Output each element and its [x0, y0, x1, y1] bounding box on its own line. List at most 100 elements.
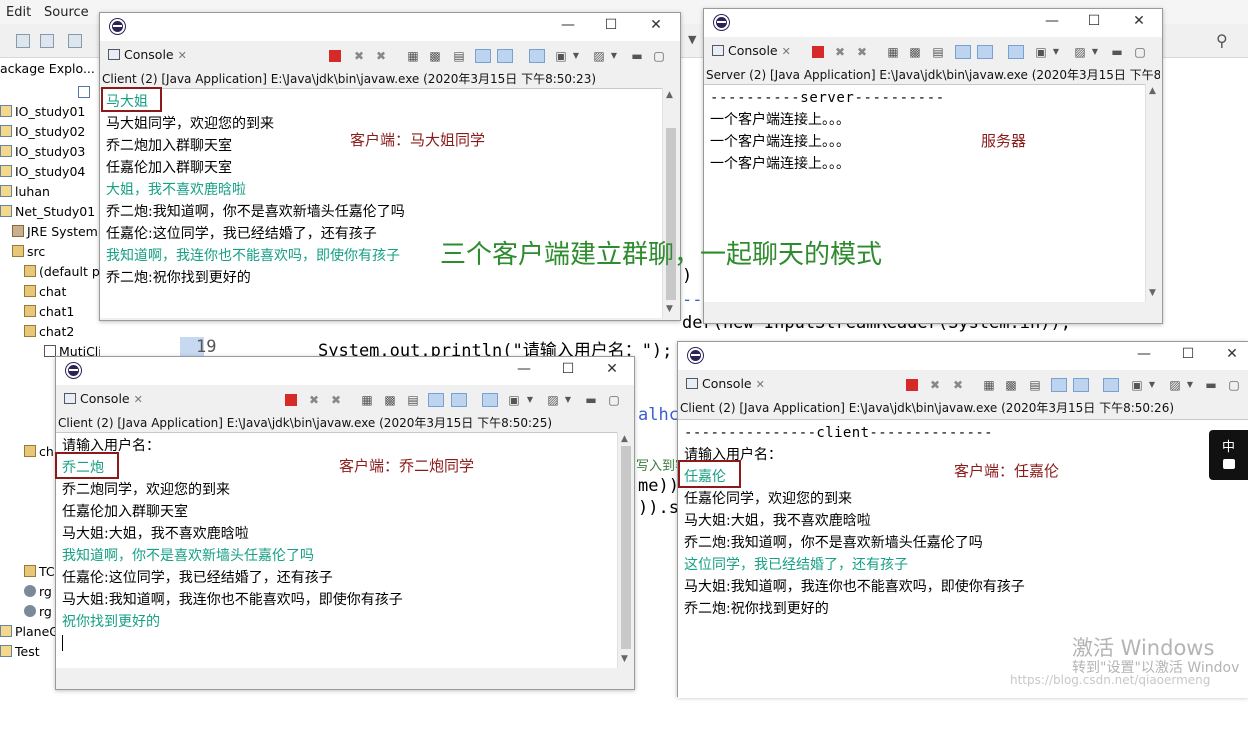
clear-console-icon[interactable]: ▦ — [981, 378, 997, 392]
close-icon[interactable]: ✕ — [178, 49, 187, 62]
scrollbar[interactable]: ▲ ▼ — [1145, 84, 1161, 302]
minimize-view-icon[interactable]: ▬ — [583, 393, 599, 407]
scroll-up-icon[interactable]: ▲ — [666, 90, 673, 100]
menu-source[interactable]: Source — [44, 5, 89, 20]
clear-console-icon[interactable]: ▦ — [885, 45, 901, 59]
tree-item[interactable]: Test — [0, 644, 40, 664]
tree-item[interactable]: IO_study03 — [0, 144, 85, 164]
chevron-down-icon[interactable]: ▼ — [568, 49, 584, 63]
chevron-down-icon[interactable]: ▼ — [560, 393, 576, 407]
remove-all-icon[interactable]: ✖ — [328, 393, 344, 407]
open-console-icon[interactable]: ▨ — [1072, 45, 1088, 59]
maximize-button[interactable]: ☐ — [601, 17, 621, 33]
word-wrap-icon[interactable]: ▤ — [1027, 378, 1043, 392]
chevron-down-icon[interactable]: ▼ — [1087, 45, 1103, 59]
pin-console-icon[interactable] — [1008, 45, 1024, 59]
scroll-down-icon[interactable]: ▼ — [1149, 288, 1156, 298]
tree-item[interactable]: ch — [24, 444, 54, 464]
scrollbar-thumb[interactable] — [666, 128, 676, 300]
remove-launch-icon[interactable]: ✖ — [351, 49, 367, 63]
maximize-button[interactable]: ☐ — [558, 361, 578, 377]
maximize-view-icon[interactable]: ▢ — [651, 49, 667, 63]
tree-item[interactable]: luhan — [0, 184, 50, 204]
tree-item[interactable]: IO_study02 — [0, 124, 85, 144]
tree-item[interactable]: src — [12, 244, 45, 264]
tree-item[interactable]: IO_study04 — [0, 164, 85, 184]
remove-all-icon[interactable]: ✖ — [854, 45, 870, 59]
pin-console-icon[interactable] — [529, 49, 545, 63]
tab-console[interactable]: Console ✕ — [708, 41, 795, 61]
minimize-view-icon[interactable]: ▬ — [629, 49, 645, 63]
maximize-view-icon[interactable]: ▢ — [1132, 45, 1148, 59]
display-console-icon[interactable]: ▣ — [1129, 378, 1145, 392]
scrollbar-thumb[interactable] — [621, 446, 631, 649]
tab-console[interactable]: Console ✕ — [60, 389, 147, 409]
minimize-view-icon[interactable]: ▬ — [1109, 45, 1125, 59]
chevron-down-icon[interactable]: ▼ — [606, 49, 622, 63]
minimize-view-icon[interactable]: ▬ — [1203, 378, 1219, 392]
search-icon[interactable]: ⚲ — [1216, 31, 1228, 50]
clear-console-icon[interactable]: ▦ — [359, 393, 375, 407]
minimize-button[interactable]: — — [1042, 13, 1062, 29]
show-stderr-icon[interactable] — [497, 49, 513, 63]
chevron-down-icon[interactable]: ▼ — [688, 33, 696, 46]
debug-icon[interactable] — [68, 34, 82, 48]
terminate-icon[interactable] — [906, 379, 918, 391]
show-stdout-icon[interactable] — [955, 45, 971, 59]
menu-edit[interactable]: Edit — [6, 5, 31, 20]
maximize-button[interactable]: ☐ — [1178, 346, 1198, 362]
chevron-down-icon[interactable]: ▼ — [1048, 45, 1064, 59]
maximize-button[interactable]: ☐ — [1084, 13, 1104, 29]
display-console-icon[interactable]: ▣ — [553, 49, 569, 63]
terminate-icon[interactable] — [812, 46, 824, 58]
collapse-all-icon[interactable] — [78, 86, 90, 98]
tree-item[interactable]: IO_study01 — [0, 104, 85, 124]
title-bar[interactable]: — ☐ ✕ — [678, 342, 1248, 370]
open-console-icon[interactable]: ▨ — [545, 393, 561, 407]
remove-all-icon[interactable]: ✖ — [373, 49, 389, 63]
close-button[interactable]: ✕ — [646, 17, 666, 33]
show-stderr-icon[interactable] — [1073, 378, 1089, 392]
save-icon[interactable] — [16, 34, 30, 48]
tree-item[interactable]: chat2 — [24, 324, 74, 344]
close-button[interactable]: ✕ — [1129, 13, 1149, 29]
chevron-down-icon[interactable]: ▼ — [1144, 378, 1160, 392]
tab-console[interactable]: Console ✕ — [104, 45, 191, 65]
terminate-icon[interactable] — [329, 50, 341, 62]
remove-launch-icon[interactable]: ✖ — [832, 45, 848, 59]
tree-item[interactable]: chat1 — [24, 304, 74, 324]
close-icon[interactable]: ✕ — [782, 45, 791, 58]
chevron-down-icon[interactable]: ▼ — [522, 393, 538, 407]
chevron-down-icon[interactable]: ▼ — [1182, 378, 1198, 392]
title-bar[interactable]: — ☐ ✕ — [56, 357, 634, 385]
word-wrap-icon[interactable]: ▤ — [451, 49, 467, 63]
save-all-icon[interactable] — [40, 34, 54, 48]
tree-item[interactable]: (default p — [24, 264, 100, 284]
console-output[interactable]: 请输入用户名： 乔二炮 乔二炮同学，欢迎您的到来 任嘉伦加入群聊天室 马大姐:大… — [56, 432, 618, 668]
close-icon[interactable]: ✕ — [756, 378, 765, 391]
display-console-icon[interactable]: ▣ — [1033, 45, 1049, 59]
show-stdout-icon[interactable] — [475, 49, 491, 63]
explorer-title[interactable]: ackage Explo... — [0, 61, 95, 76]
tree-item[interactable]: rg — [24, 584, 52, 604]
remove-launch-icon[interactable]: ✖ — [927, 378, 943, 392]
tree-item[interactable]: rg — [24, 604, 52, 624]
tree-item[interactable]: TC — [24, 564, 55, 584]
scroll-lock-icon[interactable]: ▩ — [1003, 378, 1019, 392]
close-icon[interactable]: ✕ — [134, 393, 143, 406]
close-button[interactable]: ✕ — [602, 361, 622, 377]
word-wrap-icon[interactable]: ▤ — [930, 45, 946, 59]
minimize-button[interactable]: — — [514, 361, 534, 377]
word-wrap-icon[interactable]: ▤ — [405, 393, 421, 407]
scroll-lock-icon[interactable]: ▩ — [382, 393, 398, 407]
tree-item[interactable]: JRE System — [12, 224, 98, 244]
clear-console-icon[interactable]: ▦ — [405, 49, 421, 63]
title-bar[interactable]: — ☐ ✕ — [100, 13, 680, 41]
tree-item[interactable]: Net_Study01 — [0, 204, 95, 224]
remove-launch-icon[interactable]: ✖ — [306, 393, 322, 407]
ime-indicator[interactable]: 中 — [1209, 430, 1248, 480]
pin-console-icon[interactable] — [1103, 378, 1119, 392]
console-output[interactable]: 马大姐 马大姐同学，欢迎您的到来 乔二炮加入群聊天室 任嘉伦加入群聊天室 大姐，… — [100, 88, 664, 318]
minimize-button[interactable]: — — [558, 17, 578, 33]
maximize-view-icon[interactable]: ▢ — [1226, 378, 1242, 392]
